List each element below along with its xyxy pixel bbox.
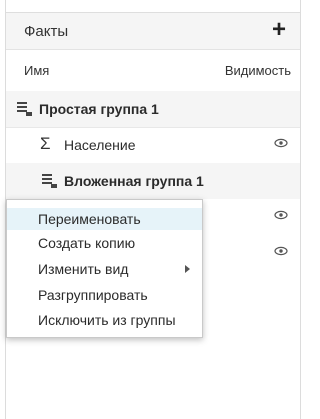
menu-item-label: Разгруппировать <box>38 287 148 303</box>
group-label: Простая группа 1 <box>39 101 159 117</box>
menu-item-rename[interactable]: Переименовать <box>7 208 202 230</box>
column-header-visibility[interactable]: Видимость <box>225 63 291 78</box>
menu-item-remove-from-group[interactable]: Исключить из группы <box>7 309 202 331</box>
tree-group-row[interactable]: Простая группа 1 <box>6 91 300 128</box>
menu-item-ungroup[interactable]: Разгруппировать <box>7 284 202 306</box>
eye-icon[interactable] <box>274 210 288 220</box>
tree-subgroup-row[interactable]: Вложенная группа 1 <box>6 163 300 199</box>
section-title: Факты <box>24 23 69 40</box>
menu-item-label: Переименовать <box>38 211 141 227</box>
subgroup-label: Вложенная группа 1 <box>64 173 204 189</box>
chevron-right-icon <box>185 265 190 273</box>
menu-item-label: Создать копию <box>38 235 136 251</box>
add-button[interactable]: + <box>268 18 290 42</box>
tree-item-row[interactable]: Σ Население <box>6 127 300 163</box>
section-header: Факты + <box>6 13 300 50</box>
menu-item-change-view[interactable]: Изменить вид <box>7 258 202 280</box>
eye-icon[interactable] <box>274 138 288 148</box>
group-icon[interactable] <box>42 173 58 189</box>
eye-icon[interactable] <box>274 246 288 256</box>
column-header-name[interactable]: Имя <box>24 63 49 78</box>
menu-item-duplicate[interactable]: Создать копию <box>7 232 202 254</box>
group-icon[interactable] <box>17 101 33 117</box>
menu-item-label: Исключить из группы <box>38 312 176 328</box>
context-menu: Переименовать Создать копию Изменить вид… <box>6 199 203 338</box>
menu-item-label: Изменить вид <box>38 261 129 277</box>
sigma-icon: Σ <box>40 134 51 153</box>
item-label: Население <box>64 137 136 153</box>
